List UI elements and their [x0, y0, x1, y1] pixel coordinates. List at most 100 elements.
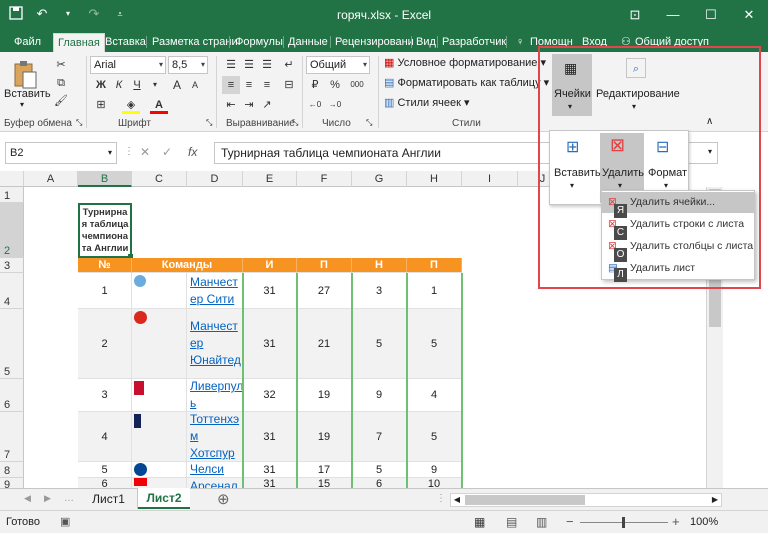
shrink-font-button[interactable]: A — [186, 76, 204, 94]
cell-logo[interactable] — [132, 462, 187, 478]
column-header-e[interactable]: E — [243, 171, 297, 187]
cell-wins[interactable]: 19 — [297, 379, 352, 412]
row-header-4[interactable]: 4 — [0, 273, 24, 309]
column-header-g[interactable]: G — [352, 171, 407, 187]
paste-button[interactable]: Вставить — [4, 88, 51, 100]
login-link[interactable]: Вход — [578, 33, 611, 52]
team-link[interactable]: Ливерпул ь — [187, 379, 243, 412]
page-break-view-icon[interactable]: ▥ — [536, 515, 547, 529]
wrap-text-icon[interactable]: ↵ — [280, 56, 298, 74]
thousands-button[interactable]: 000 — [346, 76, 368, 94]
tab-view[interactable]: Вид — [412, 33, 440, 52]
cells-button[interactable]: ▦ Ячейки ▾ — [552, 54, 592, 116]
align-top-icon[interactable]: ☰ — [222, 56, 240, 74]
team-link[interactable]: Арсенал — [187, 478, 243, 488]
column-header-f[interactable]: F — [297, 171, 352, 187]
page-layout-view-icon[interactable]: ▤ — [506, 515, 517, 529]
format-as-table-button[interactable]: ▤ Форматировать как таблицу ▾ — [384, 76, 549, 89]
orientation-icon[interactable]: ↗ — [258, 96, 276, 114]
collapse-ribbon-icon[interactable]: ∧ — [706, 116, 713, 127]
prev-sheet-icon[interactable]: ◀ — [24, 493, 31, 504]
paste-dropdown-icon[interactable]: ▾ — [20, 100, 24, 109]
split-handle-icon[interactable]: ⋮ — [436, 493, 446, 504]
cell-logo[interactable] — [132, 478, 187, 488]
tab-data[interactable]: Данные — [284, 33, 332, 52]
cancel-icon[interactable]: ✕ — [140, 145, 150, 159]
horizontal-scroll-thumb[interactable] — [465, 495, 585, 505]
next-sheet-icon[interactable]: ▶ — [44, 493, 51, 504]
cell-draws[interactable]: 6 — [352, 478, 407, 488]
underline-button[interactable]: Ч — [128, 76, 146, 94]
cell-b2[interactable]: Турнирна я таблица чемпиона та Англии — [78, 203, 132, 258]
cell-games[interactable]: 31 — [243, 309, 297, 379]
italic-button[interactable]: К — [110, 76, 128, 94]
cell-losses[interactable]: 9 — [407, 462, 462, 478]
cell-logo[interactable] — [132, 412, 187, 462]
sheet-tab-1[interactable]: Лист1 — [80, 489, 138, 509]
clipboard-launcher-icon[interactable]: ⤡ — [76, 118, 82, 128]
editing-button[interactable]: ⌕ Редактирование ▾ — [596, 54, 680, 116]
cell-wins[interactable]: 15 — [297, 478, 352, 488]
cell-games[interactable]: 32 — [243, 379, 297, 412]
expand-formula-icon[interactable]: ▾ — [708, 147, 712, 156]
font-color-button[interactable]: A — [150, 96, 168, 114]
scroll-right-icon[interactable]: ▶ — [709, 494, 721, 506]
increase-decimal-icon[interactable]: ←0 — [306, 96, 324, 114]
cell-num[interactable]: 6 — [78, 478, 132, 488]
cell-games[interactable]: 31 — [243, 273, 297, 309]
conditional-formatting-button[interactable]: ▦ Условное форматирование ▾ — [384, 56, 546, 69]
column-header-b[interactable]: B — [78, 171, 132, 187]
enter-icon[interactable]: ✓ — [162, 145, 172, 159]
font-launcher-icon[interactable]: ⤡ — [206, 118, 212, 128]
share-button[interactable]: Общий доступ — [631, 33, 713, 52]
select-all-corner[interactable] — [0, 171, 24, 187]
cell-num[interactable]: 4 — [78, 412, 132, 462]
header-games[interactable]: И — [243, 258, 297, 273]
cell-logo[interactable] — [132, 309, 187, 379]
macro-record-icon[interactable]: ▣ — [60, 515, 70, 528]
font-size-combo[interactable]: 8,5 ▾ — [168, 56, 208, 74]
decrease-decimal-icon[interactable]: →0 — [326, 96, 344, 114]
cell-wins[interactable]: 17 — [297, 462, 352, 478]
zoom-slider-thumb[interactable] — [622, 517, 625, 528]
copy-icon[interactable]: ⧉ — [52, 74, 70, 92]
cell-draws[interactable]: 5 — [352, 462, 407, 478]
format-painter-icon[interactable]: 🖌 — [52, 92, 70, 110]
cell-games[interactable]: 31 — [243, 462, 297, 478]
cell-losses[interactable]: 5 — [407, 412, 462, 462]
number-format-combo[interactable]: Общий ▾ — [306, 56, 370, 74]
row-header-9[interactable]: 9 — [0, 478, 24, 488]
header-teams[interactable]: Команды — [132, 258, 243, 273]
formula-options-icon[interactable]: ⋮ — [124, 146, 134, 157]
tab-formulas[interactable]: Формулы — [231, 33, 287, 52]
row-header-1[interactable]: 1 — [0, 187, 24, 203]
scroll-left-icon[interactable]: ◀ — [451, 494, 463, 506]
close-icon[interactable]: ✕ — [730, 0, 768, 30]
tab-review[interactable]: Рецензировани — [331, 33, 418, 52]
cell-losses[interactable]: 4 — [407, 379, 462, 412]
header-draws[interactable]: Н — [352, 258, 407, 273]
cell-num[interactable]: 2 — [78, 309, 132, 379]
cell-draws[interactable]: 5 — [352, 309, 407, 379]
cell-wins[interactable]: 27 — [297, 273, 352, 309]
borders-icon[interactable]: ⊞ — [92, 96, 110, 114]
horizontal-scrollbar[interactable]: ◀ ▶ — [450, 493, 722, 507]
cell-logo[interactable] — [132, 273, 187, 309]
row-header-7[interactable]: 7 — [0, 412, 24, 462]
zoom-level[interactable]: 100% — [690, 516, 718, 528]
tab-developer[interactable]: Разработчик — [438, 33, 510, 52]
bold-button[interactable]: Ж — [92, 76, 110, 94]
align-left-icon[interactable]: ≡ — [222, 76, 240, 94]
tab-insert[interactable]: Вставка — [101, 33, 150, 52]
more-sheets-icon[interactable]: … — [64, 493, 74, 504]
team-link[interactable]: Манчест ер Сити — [187, 273, 243, 309]
cell-styles-button[interactable]: ▥ Стили ячеек ▾ — [384, 96, 470, 109]
number-launcher-icon[interactable]: ⤡ — [366, 118, 372, 128]
cut-icon[interactable]: ✂ — [52, 56, 70, 74]
font-name-combo[interactable]: Arial ▾ — [90, 56, 166, 74]
column-header-h[interactable]: H — [407, 171, 462, 187]
cell-draws[interactable]: 7 — [352, 412, 407, 462]
cell-games[interactable]: 31 — [243, 478, 297, 488]
column-header-a[interactable]: A — [24, 171, 78, 187]
header-num[interactable]: № — [78, 258, 132, 273]
